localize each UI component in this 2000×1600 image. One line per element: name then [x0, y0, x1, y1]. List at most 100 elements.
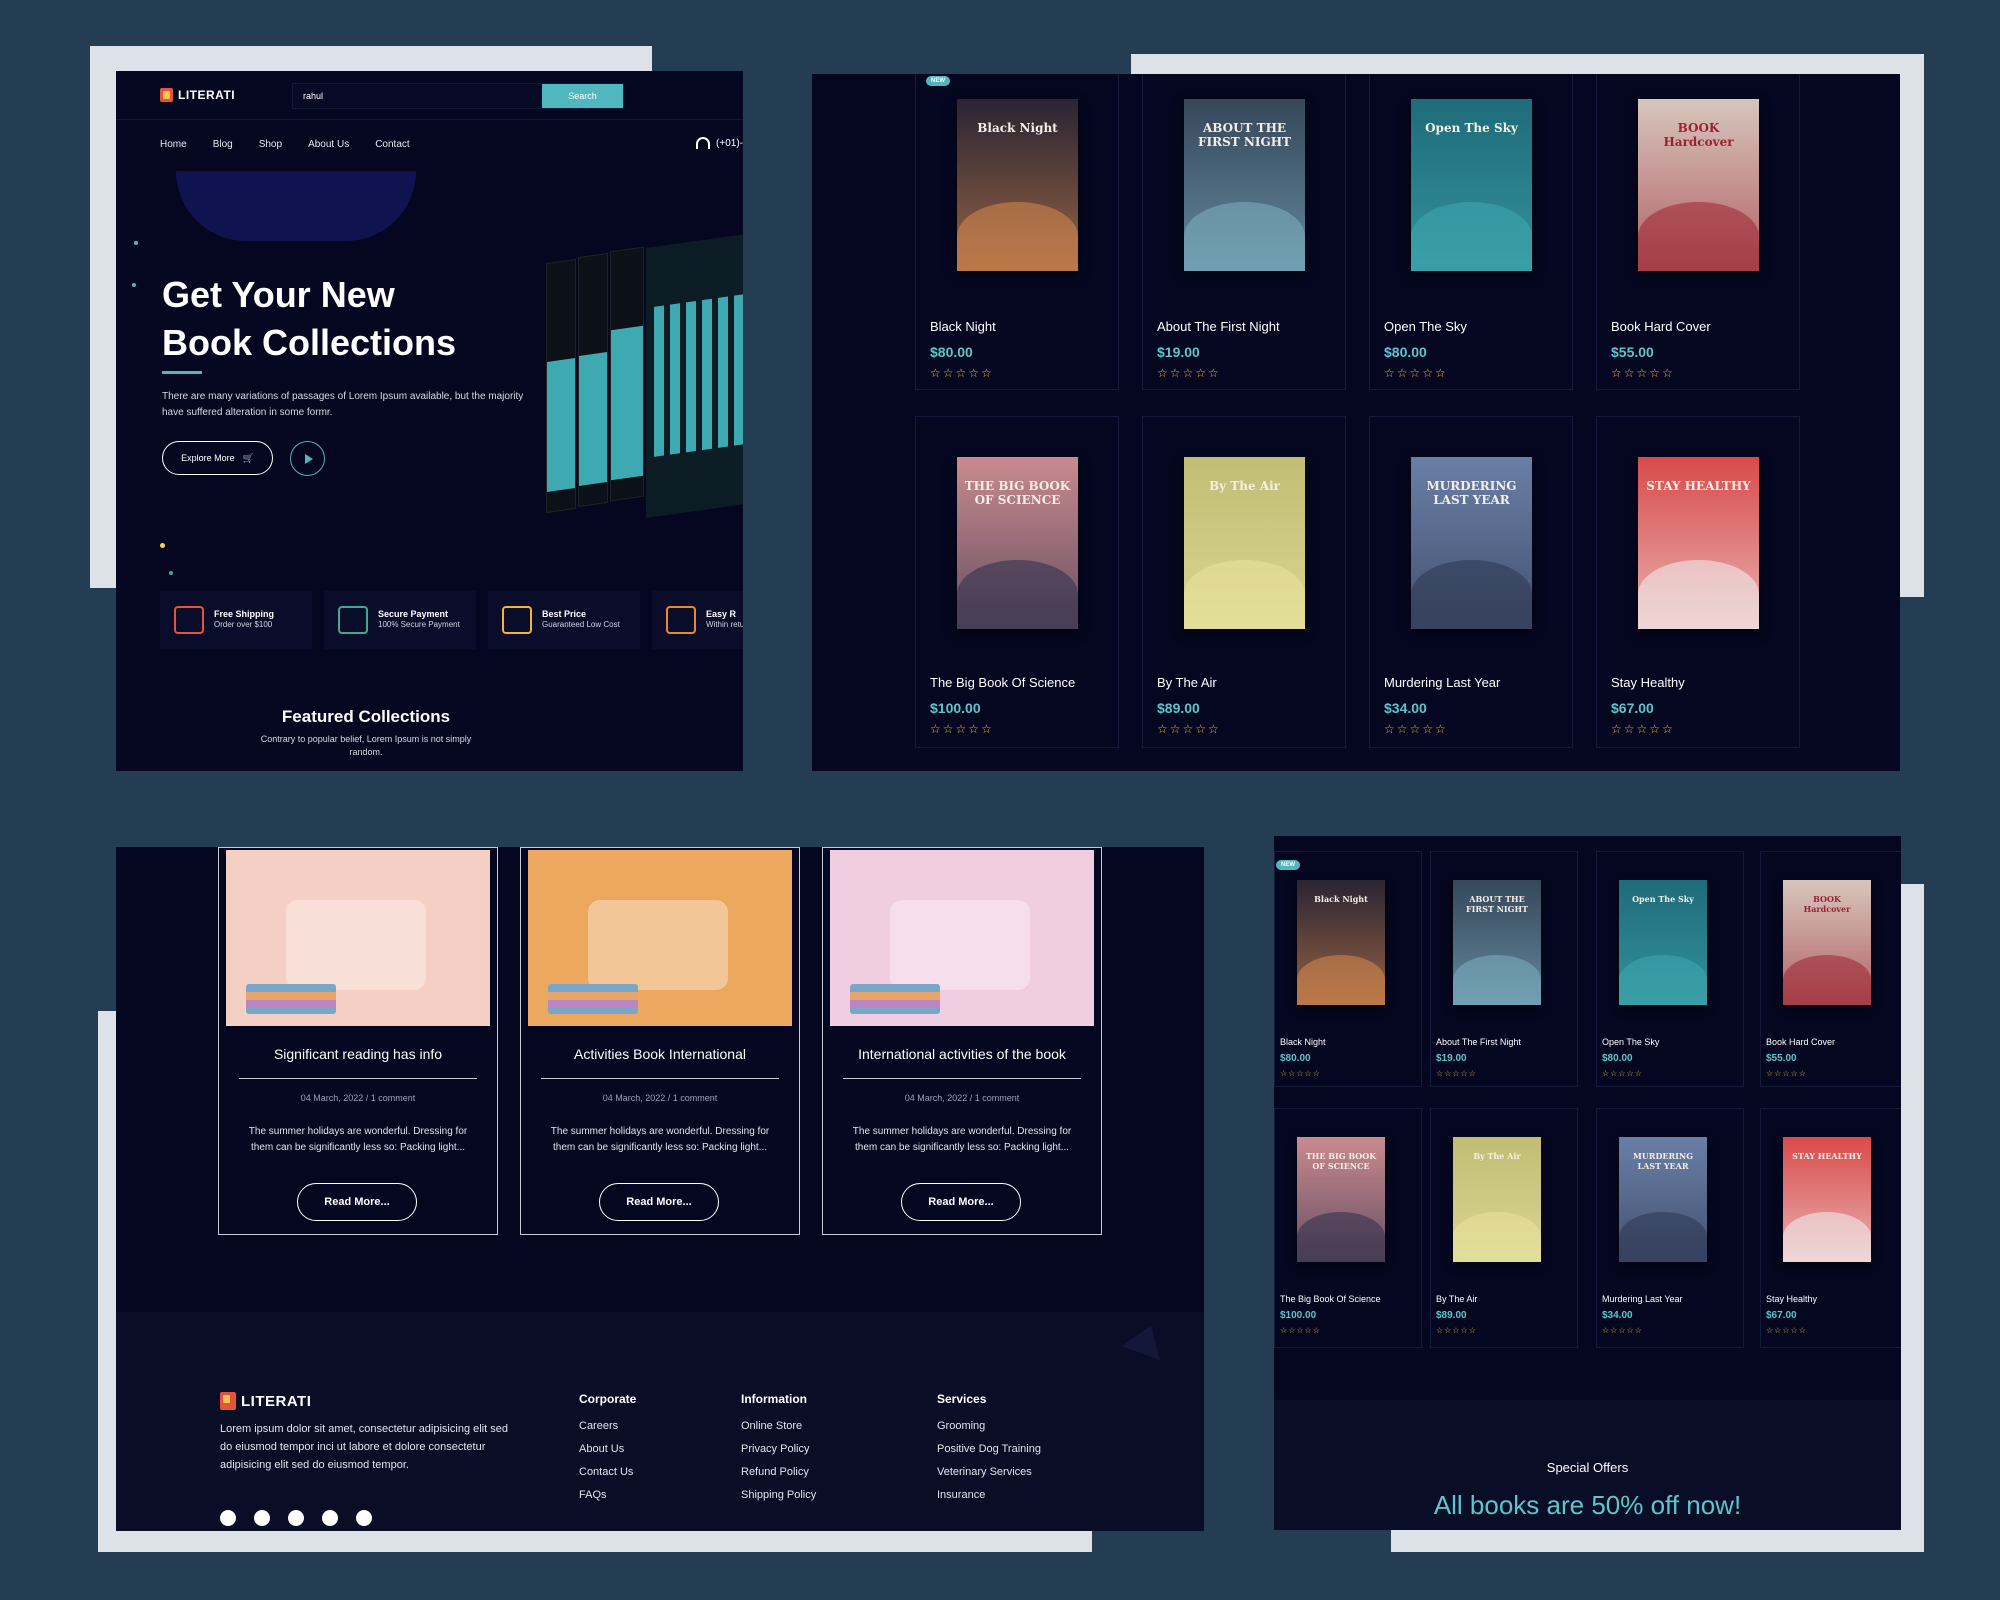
- post-date: 04 March, 2022: [300, 1093, 364, 1103]
- hero-page-screenshot: LITERATI Search Home Blog Shop About Us Cont…: [116, 71, 743, 771]
- footer-link[interactable]: About Us: [579, 1443, 636, 1455]
- product-card[interactable]: MURDERING LAST YEAR Murdering Last Year $3…: [1596, 1108, 1744, 1348]
- product-card[interactable]: Open The Sky Open The Sky $80.00 ☆☆☆☆☆: [1596, 851, 1744, 1087]
- product-card[interactable]: By The Air By The Air $89.00 ☆☆☆☆☆: [1430, 1108, 1578, 1348]
- footer-link[interactable]: Insurance: [937, 1489, 1041, 1501]
- product-card[interactable]: Open The Sky Open The Sky $80.00 ☆☆☆☆☆: [1369, 74, 1573, 390]
- footer-link[interactable]: Grooming: [937, 1420, 1041, 1432]
- read-more-button[interactable]: Read More...: [297, 1183, 417, 1221]
- book-logo-icon: [160, 88, 173, 102]
- book-cover-image[interactable]: STAY HEALTHY: [1783, 1137, 1871, 1262]
- post-comments[interactable]: 1 comment: [371, 1093, 416, 1103]
- blog-post-image[interactable]: [528, 850, 792, 1026]
- footer-link[interactable]: FAQs: [579, 1489, 636, 1501]
- nav-link-blog[interactable]: Blog: [213, 139, 233, 150]
- book-cover-image[interactable]: THE BIG BOOK OF SCIENCE: [957, 457, 1078, 629]
- product-name[interactable]: About The First Night: [1157, 319, 1280, 334]
- product-card[interactable]: BOOK Hardcover Book Hard Cover $55.00 ☆☆☆☆☆: [1596, 74, 1800, 390]
- book-cover-image[interactable]: MURDERING LAST YEAR: [1411, 457, 1532, 629]
- blog-post-image[interactable]: [830, 850, 1094, 1026]
- nav-link-shop[interactable]: Shop: [259, 139, 282, 150]
- explore-more-button[interactable]: Explore More 🛒: [162, 441, 273, 475]
- play-video-button[interactable]: [290, 441, 325, 476]
- post-comments[interactable]: 1 comment: [673, 1093, 718, 1103]
- read-more-button[interactable]: Read More...: [599, 1183, 719, 1221]
- book-cover-image[interactable]: By The Air: [1453, 1137, 1541, 1262]
- book-cover-image[interactable]: STAY HEALTHY: [1638, 457, 1759, 629]
- product-name[interactable]: By The Air: [1436, 1294, 1477, 1304]
- nav-link-home[interactable]: Home: [160, 139, 187, 150]
- blog-post-title[interactable]: Significant reading has info: [219, 1046, 497, 1062]
- read-more-button[interactable]: Read More...: [901, 1183, 1021, 1221]
- book-cover-front: [646, 233, 743, 519]
- blog-post-title[interactable]: International activities of the book: [823, 1046, 1101, 1062]
- hero-title: Get Your New Book Collections: [162, 274, 457, 363]
- product-card[interactable]: THE BIG BOOK OF SCIENCE The Big Book Of S…: [915, 416, 1119, 748]
- twitter-icon[interactable]: [254, 1510, 270, 1526]
- search-input[interactable]: [293, 84, 542, 108]
- brand-logo[interactable]: LITERATI: [160, 88, 235, 102]
- book-cover-image[interactable]: BOOK Hardcover: [1638, 99, 1759, 271]
- phone-contact[interactable]: (+01)-: [696, 137, 743, 149]
- product-name[interactable]: The Big Book Of Science: [1280, 1294, 1381, 1304]
- search-button[interactable]: Search: [542, 84, 623, 108]
- cover-art-shape: [1184, 202, 1305, 271]
- product-card[interactable]: ABOUT THE FIRST NIGHT About The First Nig…: [1430, 851, 1578, 1087]
- feature-title: Secure Payment: [378, 609, 449, 619]
- product-card[interactable]: Black Night Black Night $80.00 ☆☆☆☆☆: [1274, 851, 1422, 1087]
- book-cover-image[interactable]: By The Air: [1184, 457, 1305, 629]
- nav-link-contact[interactable]: Contact: [375, 139, 409, 150]
- product-card[interactable]: BOOK Hardcover Book Hard Cover $55.00 ☆☆☆☆☆: [1760, 851, 1901, 1087]
- product-name[interactable]: Black Night: [930, 319, 996, 334]
- footer-link[interactable]: Veterinary Services: [937, 1466, 1041, 1478]
- book-cover-title: THE BIG BOOK OF SCIENCE: [1305, 1151, 1377, 1171]
- product-name[interactable]: Black Night: [1280, 1037, 1326, 1047]
- product-name[interactable]: Open The Sky: [1384, 319, 1467, 334]
- product-card[interactable]: THE BIG BOOK OF SCIENCE The Big Book Of S…: [1274, 1108, 1422, 1348]
- product-card[interactable]: STAY HEALTHY Stay Healthy $67.00 ☆☆☆☆☆: [1596, 416, 1800, 748]
- product-name[interactable]: Stay Healthy: [1611, 675, 1685, 690]
- book-cover-image[interactable]: Open The Sky: [1411, 99, 1532, 271]
- product-name[interactable]: Murdering Last Year: [1602, 1294, 1683, 1304]
- product-card[interactable]: STAY HEALTHY Stay Healthy $67.00 ☆☆☆☆☆: [1760, 1108, 1901, 1348]
- nav-link-about-us[interactable]: About Us: [308, 139, 349, 150]
- product-card[interactable]: By The Air By The Air $89.00 ☆☆☆☆☆: [1142, 416, 1346, 748]
- product-name[interactable]: About The First Night: [1436, 1037, 1521, 1047]
- product-name[interactable]: By The Air: [1157, 675, 1217, 690]
- product-name[interactable]: The Big Book Of Science: [930, 675, 1075, 690]
- product-card[interactable]: ABOUT THE FIRST NIGHT About The First Nig…: [1142, 74, 1346, 390]
- product-name[interactable]: Book Hard Cover: [1611, 319, 1711, 334]
- footer-logo[interactable]: LITERATI: [220, 1392, 311, 1410]
- book-cover-image[interactable]: ABOUT THE FIRST NIGHT: [1453, 880, 1541, 1005]
- book-cover-image[interactable]: MURDERING LAST YEAR: [1619, 1137, 1707, 1262]
- footer-link[interactable]: Refund Policy: [741, 1466, 816, 1478]
- footer-link[interactable]: Positive Dog Training: [937, 1443, 1041, 1455]
- book-cover-image[interactable]: BOOK Hardcover: [1783, 880, 1871, 1005]
- product-name[interactable]: Murdering Last Year: [1384, 675, 1500, 690]
- book-spine: [546, 258, 576, 514]
- post-comments[interactable]: 1 comment: [975, 1093, 1020, 1103]
- footer-link[interactable]: Shipping Policy: [741, 1489, 816, 1501]
- footer-link[interactable]: Contact Us: [579, 1466, 636, 1478]
- decor-triangle: [1122, 1318, 1170, 1360]
- facebook-icon[interactable]: [220, 1510, 236, 1526]
- book-cover-image[interactable]: Black Night: [957, 99, 1078, 271]
- footer-link[interactable]: Careers: [579, 1420, 636, 1432]
- pinterest-icon[interactable]: [356, 1510, 372, 1526]
- youtube-icon[interactable]: [322, 1510, 338, 1526]
- blog-post-title[interactable]: Activities Book International: [521, 1046, 799, 1062]
- feature-card: Best Price Guaranteed Low Cost: [488, 591, 640, 649]
- footer-link[interactable]: Privacy Policy: [741, 1443, 816, 1455]
- product-card[interactable]: Black Night Black Night $80.00 ☆☆☆☆☆: [915, 74, 1119, 390]
- product-name[interactable]: Stay Healthy: [1766, 1294, 1817, 1304]
- book-cover-image[interactable]: Open The Sky: [1619, 880, 1707, 1005]
- book-cover-image[interactable]: THE BIG BOOK OF SCIENCE: [1297, 1137, 1385, 1262]
- blog-post-image[interactable]: [226, 850, 490, 1026]
- product-name[interactable]: Book Hard Cover: [1766, 1037, 1835, 1047]
- book-cover-image[interactable]: Black Night: [1297, 880, 1385, 1005]
- instagram-icon[interactable]: [288, 1510, 304, 1526]
- book-cover-image[interactable]: ABOUT THE FIRST NIGHT: [1184, 99, 1305, 271]
- product-name[interactable]: Open The Sky: [1602, 1037, 1659, 1047]
- footer-link[interactable]: Online Store: [741, 1420, 816, 1432]
- product-card[interactable]: MURDERING LAST YEAR Murdering Last Year $3…: [1369, 416, 1573, 748]
